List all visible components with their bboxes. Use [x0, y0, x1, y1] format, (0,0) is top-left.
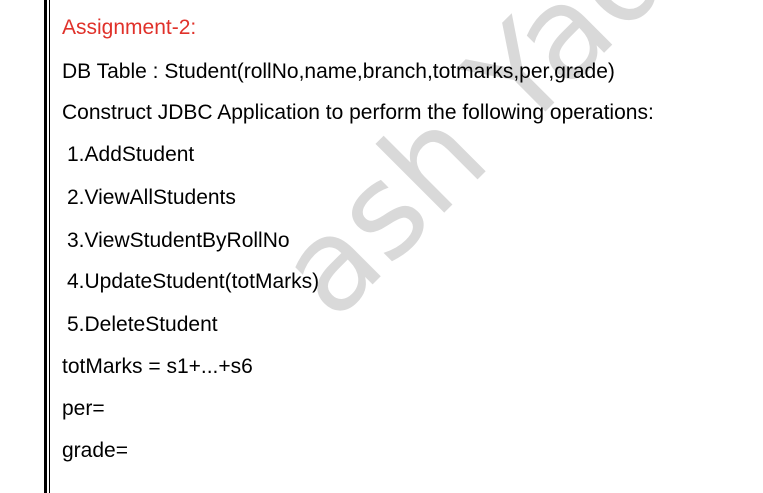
formula-line: totMarks = s1+...+s6	[62, 355, 253, 378]
assignment-title: Assignment-2:	[62, 16, 197, 39]
operation-item: 3.ViewStudentByRollNo	[67, 229, 290, 252]
instruction-line: Construct JDBC Application to perform th…	[62, 101, 654, 124]
page-gutter	[0, 0, 43, 493]
left-border-thick	[44, 0, 47, 493]
formula-line: grade=	[62, 439, 128, 462]
operation-item: 4.UpdateStudent(totMarks)	[67, 270, 320, 293]
document-page: ash Yadav Assignment-2: DB Table : Stude…	[0, 0, 763, 493]
formula-line: per=	[62, 397, 105, 420]
watermark: ash Yadav	[250, 0, 763, 346]
operation-item: 2.ViewAllStudents	[67, 186, 236, 209]
db-table-line: DB Table : Student(rollNo,name,branch,to…	[62, 60, 615, 83]
operation-item: 1.AddStudent	[67, 143, 195, 166]
left-border-thin	[49, 0, 50, 493]
operation-item: 5.DeleteStudent	[67, 313, 218, 336]
